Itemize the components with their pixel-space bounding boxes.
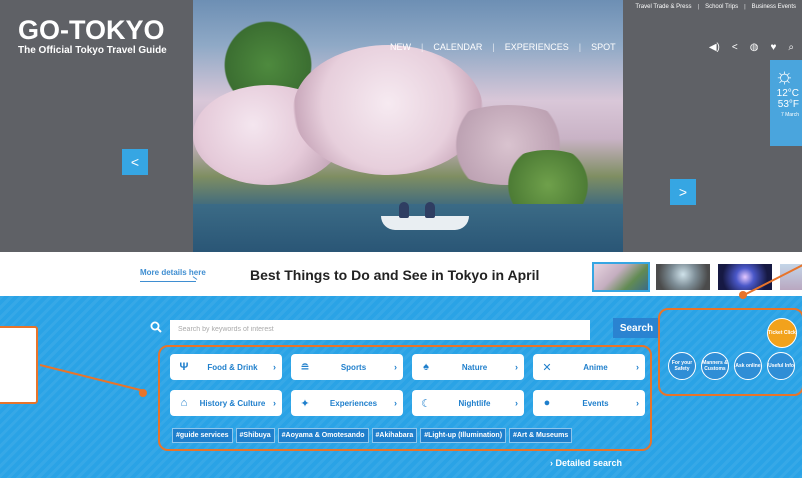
weather-date: 7 March [780,112,799,118]
heart-icon[interactable]: ♥ [770,42,776,53]
chevron-right-icon: › [550,458,553,468]
slide-thumbnail-1[interactable] [592,262,650,292]
sun-icon: ☼ [774,63,795,88]
utility-link-school[interactable]: School Trips [705,4,738,10]
search-button[interactable]: Search [613,318,660,338]
callout-dot [139,389,147,397]
chevron-left-icon: < [130,154,140,170]
nav-separator: | [578,42,582,52]
nav-separator: | [492,42,495,52]
slide-thumbnail-2[interactable] [656,264,710,290]
nav-spot[interactable]: SPOT [591,42,616,52]
utility-separator: | [744,4,746,10]
utility-link-trade[interactable]: Travel Trade & Press [635,4,691,10]
callout-note-box [0,326,38,404]
arrow-line-icon [140,281,196,282]
speaker-icon[interactable]: ◀) [709,42,720,53]
utility-separator: | [697,4,700,10]
chevron-right-icon: > [678,184,688,200]
search-bar: Search [150,318,660,340]
search-icon [150,321,162,336]
slider-next-button[interactable]: > [670,179,696,205]
utility-nav: Travel Trade & Press | School Trips | Bu… [635,4,796,10]
temp-fahrenheit: 53°F [777,99,799,110]
globe-icon[interactable]: ◍ [750,42,759,53]
detailed-search-label: Detailed search [555,458,623,468]
callout-highlight-categories [158,345,652,451]
slider-prev-button[interactable]: < [122,149,148,175]
more-details-link[interactable]: More details here [140,268,206,277]
search-input[interactable] [170,319,590,340]
utility-link-business[interactable]: Business Events [752,4,796,10]
callout-highlight-help [658,308,802,396]
callout-dot [739,291,747,299]
hero-banner: GO-TOKYO The Official Tokyo Travel Guide… [0,0,802,252]
search-icon[interactable]: ⌕ [788,42,794,53]
header-icons: ◀) < ◍ ♥ ⌕ [709,42,794,53]
nav-new[interactable]: NEW [390,42,411,52]
nav-separator: | [421,42,424,52]
nav-calendar[interactable]: CALENDAR [433,42,482,52]
nav-experiences[interactable]: EXPERIENCES [505,42,569,52]
detailed-search-link[interactable]: › Detailed search [550,458,622,468]
temp-celsius: 12°C [776,88,799,99]
weather-widget[interactable]: ☼ 12°C 53°F 7 March [770,60,802,146]
logo-subtitle: The Official Tokyo Travel Guide [18,45,167,56]
site-logo[interactable]: GO-TOKYO The Official Tokyo Travel Guide [18,16,167,56]
hero-photo[interactable] [193,0,623,252]
feature-title: Best Things to Do and See in Tokyo in Ap… [250,267,540,283]
logo-mark[interactable]: GO-TOKYO [18,16,167,44]
slide-thumbnail-3[interactable] [718,264,772,290]
feature-strip: More details here Best Things to Do and … [0,252,802,296]
share-icon[interactable]: < [732,42,738,53]
main-nav: NEW | CALENDAR | EXPERIENCES | SPOT [390,42,616,52]
